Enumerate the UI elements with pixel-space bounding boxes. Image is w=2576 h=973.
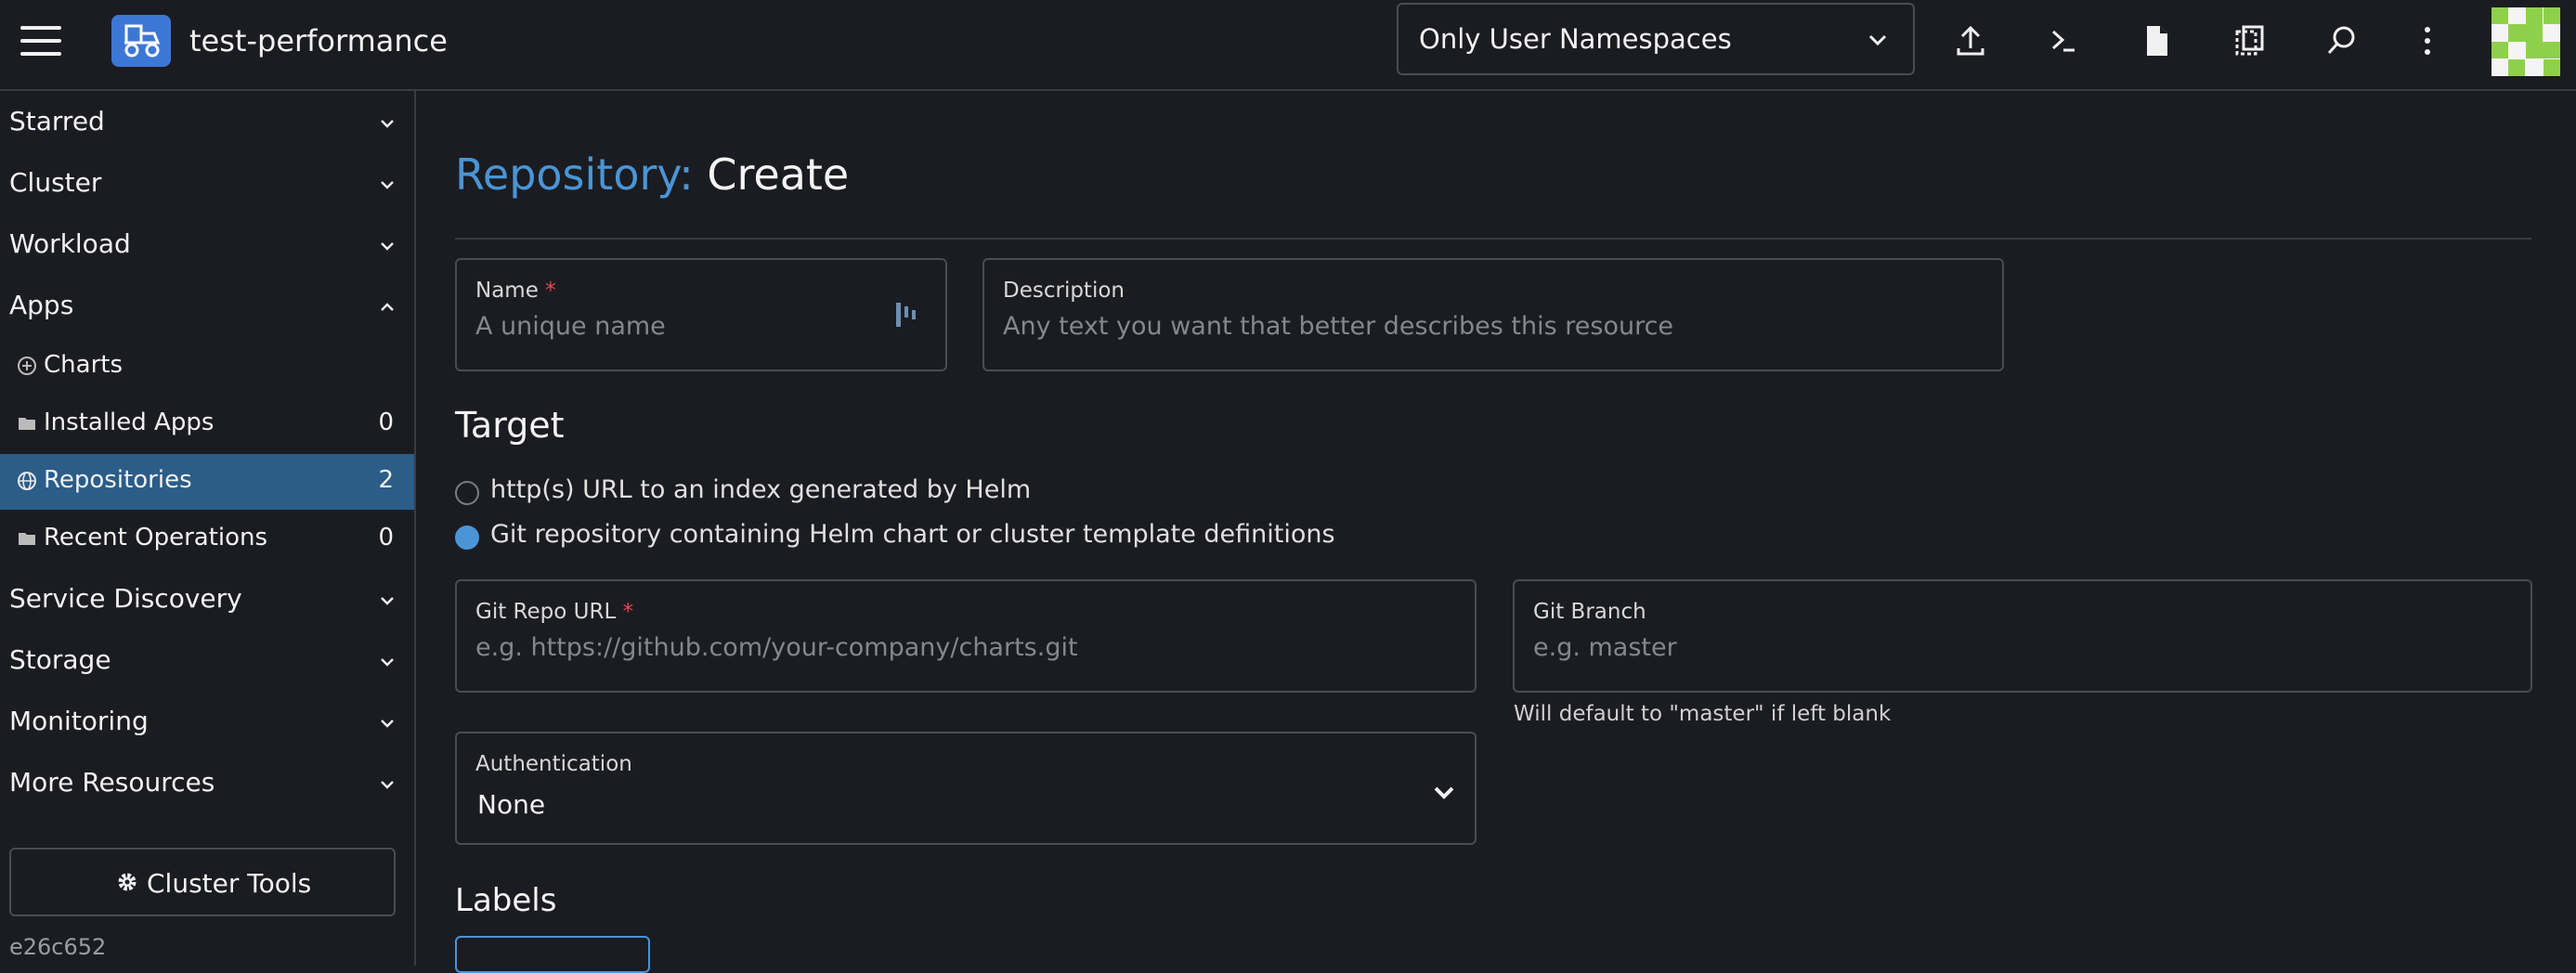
chevron-down-icon	[381, 597, 394, 605]
authentication-label: Authentication	[475, 752, 632, 776]
git-repo-url-input[interactable]	[475, 633, 1410, 662]
chevron-down-icon	[1434, 786, 1454, 799]
chevron-down-icon	[1868, 34, 1887, 46]
kubectl-shell-icon[interactable]	[2043, 20, 2084, 61]
nav-group-label: Monitoring	[9, 706, 149, 736]
git-repo-url-label: Git Repo URL *	[475, 600, 634, 624]
sidebar-item-repositories[interactable]: Repositories 2	[0, 454, 414, 510]
charts-icon	[18, 357, 36, 375]
git-branch-label: Git Branch	[1533, 600, 1646, 624]
kubeconfig-file-icon[interactable]	[2136, 20, 2177, 61]
nav-group-storage[interactable]: Storage	[0, 633, 414, 689]
target-heading: Target	[455, 405, 565, 446]
git-branch-input[interactable]	[1533, 633, 2465, 662]
radio-button[interactable]	[455, 525, 479, 550]
sidebar-item-label: Repositories	[44, 466, 192, 494]
nav-group-label: Storage	[9, 644, 111, 675]
sidebar-item-charts[interactable]: Charts	[0, 339, 414, 395]
target-option-helm-index[interactable]: http(s) URL to an index generated by Hel…	[455, 475, 1291, 512]
globe-icon	[18, 472, 36, 490]
resource-search-icon[interactable]	[2322, 20, 2362, 61]
add-label-button[interactable]	[455, 936, 650, 973]
version-label: e26c652	[9, 934, 107, 960]
nav-group-apps[interactable]: Apps	[0, 279, 414, 334]
git-branch-hint: Will default to "master" if left blank	[1514, 702, 1892, 726]
nav-group-service-discovery[interactable]: Service Discovery	[0, 572, 414, 628]
folder-icon	[19, 533, 35, 545]
name-input[interactable]	[475, 312, 880, 341]
chevron-down-icon	[381, 658, 394, 667]
name-field[interactable]: Name *	[455, 258, 947, 371]
sidebar-item-label: Recent Operations	[44, 524, 268, 551]
radio-label: Git repository containing Helm chart or …	[490, 520, 1335, 549]
page-title: Repository: Create	[455, 147, 849, 202]
folder-icon	[19, 418, 35, 430]
sidebar: Starred Cluster Workload Apps Charts Ins…	[0, 91, 416, 966]
sidebar-item-label: Charts	[44, 351, 123, 379]
cluster-name: test-performance	[189, 23, 448, 58]
nav-group-label: Workload	[9, 228, 131, 259]
cluster-tools-button[interactable]: Cluster Tools	[9, 848, 396, 916]
target-option-git-repo[interactable]: Git repository containing Helm chart or …	[455, 520, 1335, 557]
page-title-action: Create	[707, 149, 850, 200]
nav-group-label: Service Discovery	[9, 583, 242, 614]
chevron-down-icon	[381, 120, 394, 128]
cluster-logo-icon	[111, 15, 171, 67]
copy-kubeconfig-icon[interactable]	[2229, 20, 2270, 61]
sidebar-item-count: 0	[378, 524, 394, 551]
chevron-up-icon	[381, 303, 394, 311]
nav-group-starred[interactable]: Starred	[0, 95, 414, 150]
chevron-down-icon	[381, 181, 394, 189]
description-input[interactable]	[1003, 312, 1937, 341]
page-title-resource[interactable]: Repository:	[455, 149, 694, 200]
menu-icon[interactable]	[20, 26, 61, 63]
nav-group-label: More Resources	[9, 767, 215, 798]
nav-group-monitoring[interactable]: Monitoring	[0, 694, 414, 750]
sidebar-item-recent-operations[interactable]: Recent Operations 0	[0, 512, 414, 567]
nav-group-label: Apps	[9, 290, 74, 320]
description-field-label: Description	[1003, 279, 1125, 303]
user-avatar[interactable]	[2491, 7, 2560, 76]
radio-button[interactable]	[455, 481, 479, 505]
gear-icon	[118, 873, 137, 891]
nav-group-label: Starred	[9, 106, 105, 136]
authentication-value: None	[477, 789, 546, 820]
more-actions-icon[interactable]	[2407, 20, 2448, 61]
password-manager-icon[interactable]	[893, 299, 919, 331]
nav-group-more-resources[interactable]: More Resources	[0, 756, 414, 811]
namespace-filter-value: Only User Namespaces	[1419, 23, 1732, 55]
nav-group-workload[interactable]: Workload	[0, 217, 414, 273]
sidebar-item-count: 2	[378, 466, 394, 494]
title-divider	[455, 238, 2531, 240]
git-repo-url-field[interactable]: Git Repo URL *	[455, 579, 1477, 693]
chevron-down-icon	[381, 720, 394, 728]
sidebar-item-label: Installed Apps	[44, 409, 215, 436]
name-field-label: Name *	[475, 279, 556, 303]
chevron-down-icon	[381, 781, 394, 789]
sidebar-item-count: 0	[378, 409, 394, 436]
labels-heading: Labels	[455, 882, 557, 919]
authentication-select[interactable]: Authentication None	[455, 732, 1477, 845]
top-bar: test-performance Only User Namespaces	[0, 0, 2576, 91]
nav-group-cluster[interactable]: Cluster	[0, 156, 414, 212]
description-field[interactable]: Description	[982, 258, 2004, 371]
git-branch-field[interactable]: Git Branch	[1513, 579, 2532, 693]
import-yaml-icon[interactable]	[1950, 20, 1991, 61]
radio-label: http(s) URL to an index generated by Hel…	[490, 475, 1032, 504]
nav-group-label: Cluster	[9, 167, 102, 198]
namespace-filter-select[interactable]: Only User Namespaces	[1397, 3, 1915, 75]
cluster-tools-label: Cluster Tools	[147, 868, 312, 899]
chevron-down-icon	[381, 242, 394, 251]
sidebar-item-installed-apps[interactable]: Installed Apps 0	[0, 396, 414, 452]
